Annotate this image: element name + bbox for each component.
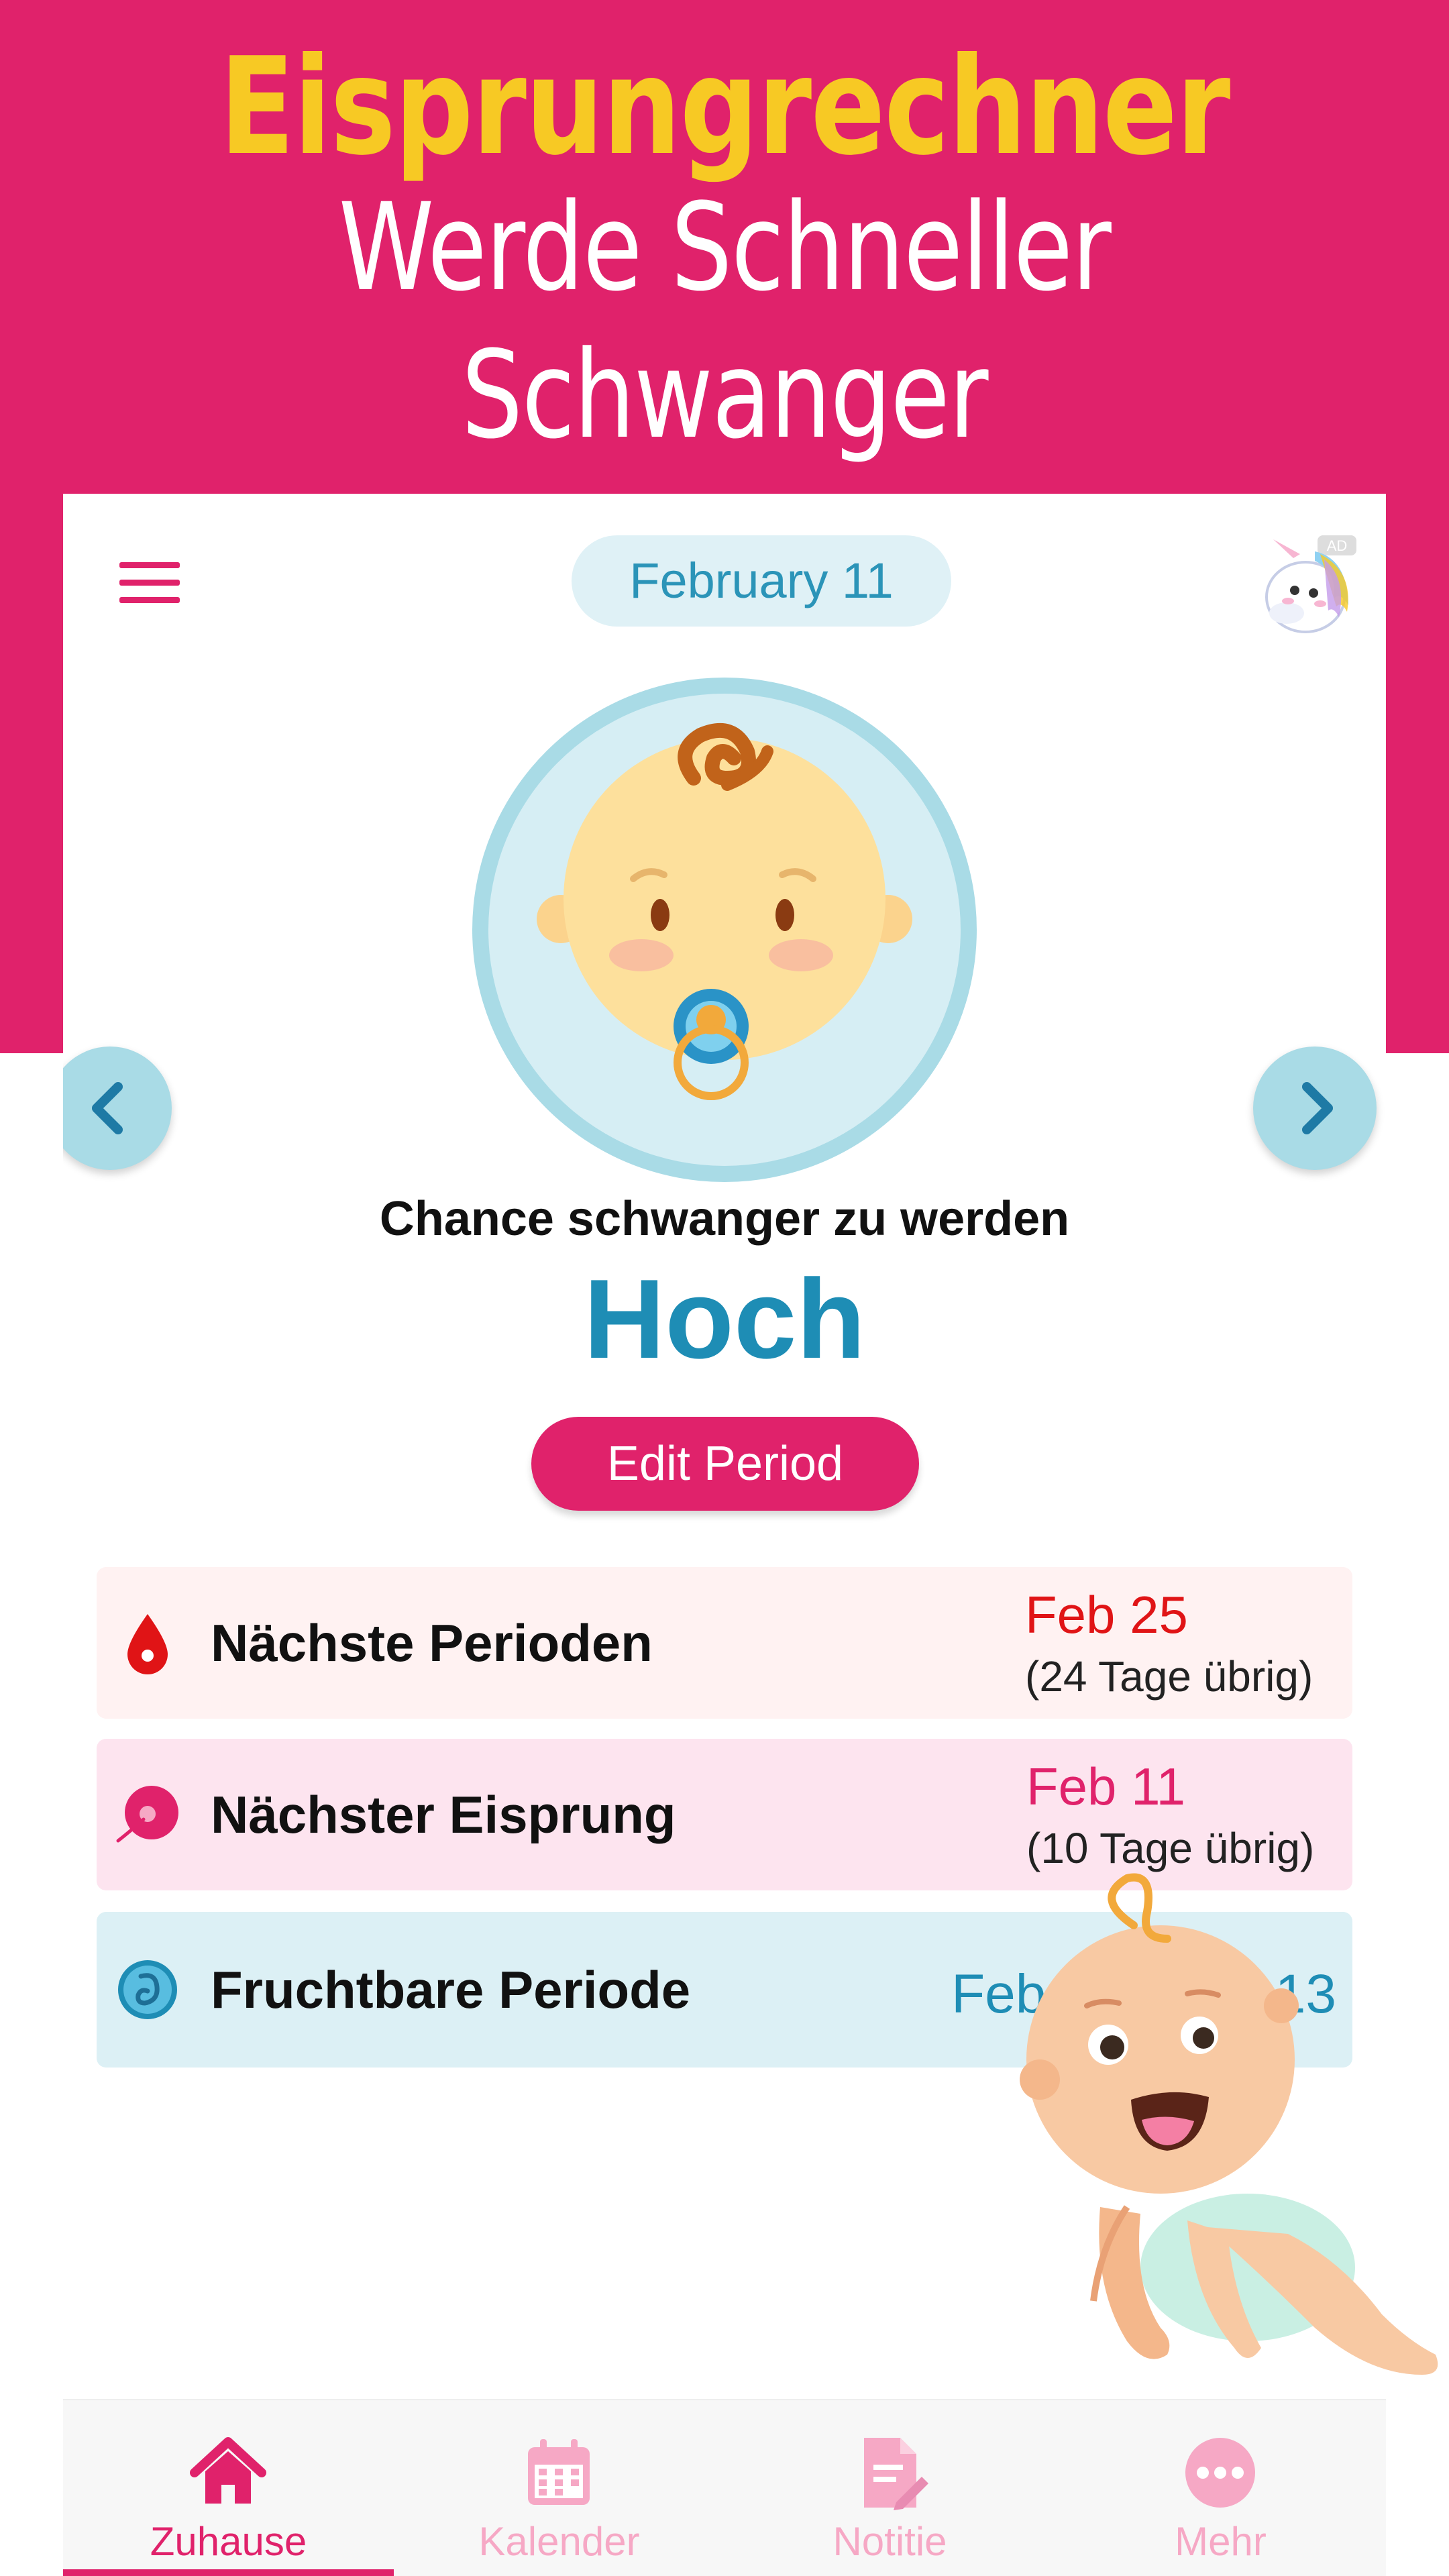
- crawling-baby-illustration: [966, 1536, 1449, 2408]
- pregnancy-chance-value: Hoch: [584, 1256, 865, 1382]
- tab-mehr[interactable]: Mehr: [1055, 2400, 1386, 2576]
- promo-subheadline: Werde Schneller Schwanger: [338, 178, 1112, 466]
- promo-headline: Eisprungrechner: [219, 29, 1230, 185]
- unicorn-ad-icon[interactable]: AD: [1253, 531, 1360, 639]
- current-date-pill[interactable]: February 11: [572, 535, 951, 627]
- tab-kalender[interactable]: Kalender: [394, 2400, 724, 2576]
- blood-drop-icon: [114, 1609, 181, 1676]
- fertile-period-title: Fruchtbare Periode: [211, 1960, 691, 2019]
- more-icon: [1180, 2432, 1260, 2513]
- next-ovulation-title: Nächster Eisprung: [211, 1785, 676, 1844]
- tab-label: Mehr: [1175, 2519, 1267, 2564]
- hamburger-menu-icon[interactable]: [119, 558, 180, 606]
- tab-notitie[interactable]: Notitie: [724, 2400, 1055, 2576]
- calendar-icon: [519, 2432, 599, 2513]
- fetus-icon: [114, 1956, 181, 2023]
- next-period-title: Nächste Perioden: [211, 1613, 653, 1672]
- note-icon: [849, 2432, 930, 2513]
- bottom-tab-bar: Zuhause Kalender Notitie Mehr: [63, 2399, 1386, 2576]
- tab-zuhause[interactable]: Zuhause: [63, 2400, 394, 2576]
- tab-label: Kalender: [478, 2519, 640, 2564]
- ad-badge: AD: [1327, 537, 1348, 554]
- pregnancy-chance-label: Chance schwanger zu werden: [379, 1192, 1070, 1246]
- chevron-right-icon: [1302, 1082, 1333, 1134]
- chevron-left-icon: [92, 1082, 123, 1134]
- tab-label: Zuhause: [150, 2519, 307, 2564]
- home-icon: [188, 2432, 268, 2513]
- baby-face-illustration: [472, 678, 977, 1182]
- active-tab-indicator: [63, 2569, 394, 2576]
- next-day-button[interactable]: [1253, 1046, 1377, 1170]
- tab-label: Notitie: [833, 2519, 947, 2564]
- previous-day-button[interactable]: [63, 1046, 172, 1170]
- ovum-icon: [114, 1780, 181, 1847]
- edit-period-button[interactable]: Edit Period: [531, 1417, 919, 1511]
